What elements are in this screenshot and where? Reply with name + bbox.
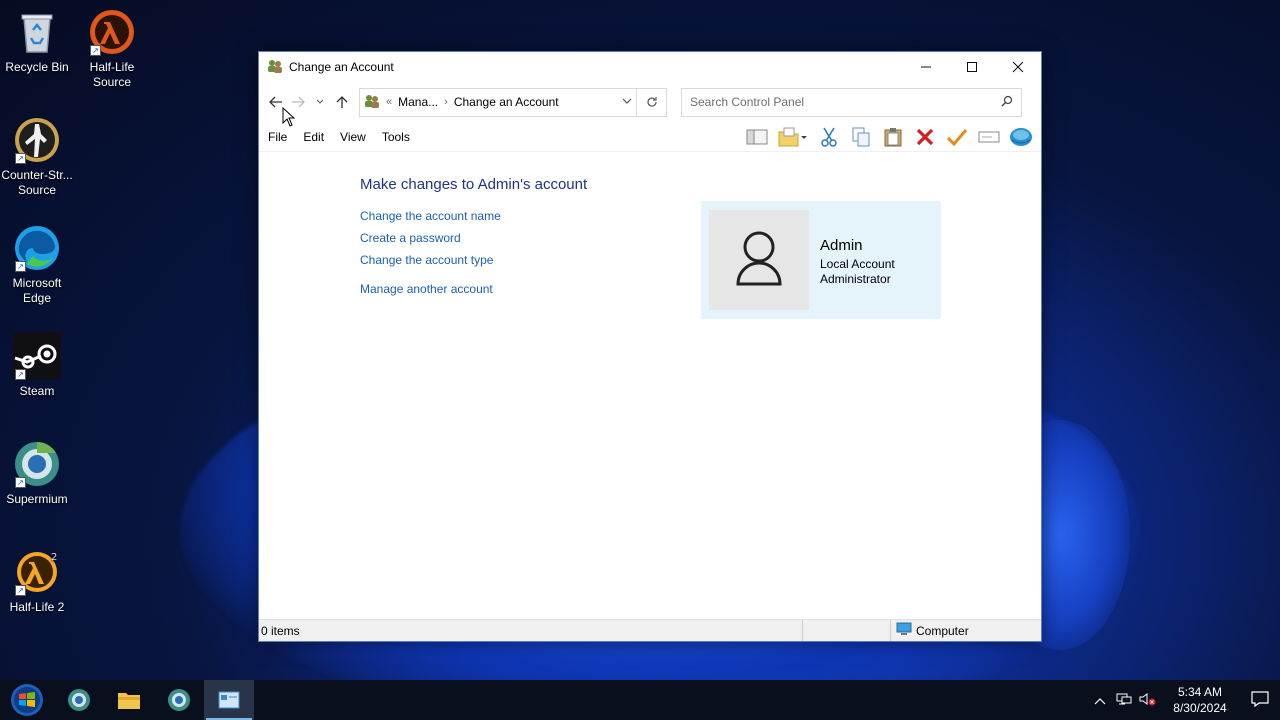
menu-view[interactable]: View: [340, 130, 366, 144]
volume-muted-icon[interactable]: [1136, 692, 1160, 709]
taskbar-control-panel-icon[interactable]: [204, 680, 254, 720]
shortcut-arrow-icon: ↗: [15, 585, 26, 596]
overflow-chevron-icon[interactable]: «: [386, 96, 392, 108]
search-icon: [1001, 95, 1013, 110]
address-dropdown-icon[interactable]: [622, 97, 632, 108]
status-divider: [803, 620, 891, 641]
svg-text:2: 2: [51, 552, 57, 563]
avatar: [709, 210, 809, 310]
supermium-icon: ↗: [13, 440, 61, 488]
notification-center-icon[interactable]: [1240, 690, 1280, 710]
shortcut-arrow-icon: ↗: [90, 45, 101, 56]
up-button[interactable]: [331, 90, 353, 114]
desktop-icon-label: Counter-Str... Source: [1, 168, 73, 197]
network-icon[interactable]: [1112, 692, 1136, 709]
account-card: Admin Local Account Administrator: [701, 201, 941, 319]
desktop-icon-recycle-bin[interactable]: Recycle Bin: [0, 8, 75, 75]
shortcut-arrow-icon: ↗: [15, 153, 26, 164]
content-area: Make changes to Admin's account Change t…: [259, 153, 1041, 619]
item-count: 0 items: [259, 620, 803, 641]
desktop-icon-label: Recycle Bin: [5, 60, 69, 74]
breadcrumb-manage-accounts[interactable]: Mana...: [398, 95, 438, 109]
change-account-name-link[interactable]: Change the account name: [360, 209, 501, 223]
edge-icon: ↗: [13, 224, 61, 272]
copy-icon[interactable]: [845, 124, 877, 150]
desktop-icon-label: Half-Life 2: [9, 600, 65, 614]
desktop-icon-microsoft-edge[interactable]: ↗ Microsoft Edge: [0, 224, 75, 306]
recent-locations-chevron-icon[interactable]: [309, 90, 331, 114]
half-life-source-icon: ↗: [88, 8, 136, 56]
clock-date: 8/30/2024: [1173, 701, 1227, 715]
change-account-window: Change an Account « Mana... › Change an …: [258, 51, 1042, 642]
shortcut-arrow-icon: ↗: [15, 261, 26, 272]
close-button[interactable]: [995, 52, 1041, 82]
account-type: Local Account: [820, 257, 895, 271]
counter-strike-icon: ↗: [13, 116, 61, 164]
maximize-button[interactable]: [949, 52, 995, 82]
change-account-type-link[interactable]: Change the account type: [360, 253, 493, 267]
cut-icon[interactable]: [813, 124, 845, 150]
page-title: Make changes to Admin's account: [360, 176, 588, 193]
taskbar-file-explorer-icon[interactable]: [104, 680, 154, 720]
rename-icon[interactable]: [973, 124, 1005, 150]
toolbar: [741, 124, 1037, 150]
steam-icon: ↗: [13, 332, 61, 380]
half-life-2-icon: 2 ↗: [13, 548, 61, 596]
show-hidden-icons-chevron-icon[interactable]: [1088, 693, 1112, 708]
clock[interactable]: 5:34 AM 8/30/2024: [1166, 684, 1234, 716]
desktop-icon-counter-strike[interactable]: ↗ Counter-Str... Source: [0, 116, 75, 198]
breadcrumb-separator-icon: ›: [444, 96, 448, 108]
navigation-bar: « Mana... › Change an Account Search Con…: [259, 82, 1041, 122]
desktop-icon-label: Microsoft Edge: [12, 276, 62, 305]
system-tray: 5:34 AM 8/30/2024: [1088, 680, 1280, 720]
taskbar-supermium-2-icon[interactable]: [154, 680, 204, 720]
manage-another-account-link[interactable]: Manage another account: [360, 282, 493, 296]
desktop-icon-steam[interactable]: ↗ Steam: [0, 332, 75, 399]
status-location: Computer: [891, 622, 969, 639]
recycle-bin-icon: [13, 8, 61, 56]
clock-time: 5:34 AM: [1177, 685, 1223, 699]
shortcut-arrow-icon: ↗: [15, 369, 26, 380]
paste-icon[interactable]: [877, 124, 909, 150]
status-bar: 0 items Computer: [259, 619, 1041, 641]
account-role: Administrator: [820, 272, 891, 286]
account-name: Admin: [820, 237, 863, 254]
shortcut-arrow-icon: ↗: [15, 477, 26, 488]
minimize-button[interactable]: [903, 52, 949, 82]
mouse-cursor-icon: [282, 106, 296, 127]
create-password-link[interactable]: Create a password: [360, 231, 461, 245]
menu-file[interactable]: File: [268, 130, 287, 144]
address-bar[interactable]: « Mana... › Change an Account: [359, 87, 637, 117]
users-icon: [267, 58, 283, 77]
control-panel-icon: [364, 93, 380, 112]
search-input[interactable]: Search Control Panel: [681, 87, 1022, 117]
desktop-icon-supermium[interactable]: ↗ Supermium: [0, 440, 75, 507]
delete-icon[interactable]: [909, 124, 941, 150]
computer-label: Computer: [916, 623, 969, 638]
breadcrumb-change-account[interactable]: Change an Account: [454, 95, 559, 109]
computer-icon: [896, 622, 912, 639]
window-title: Change an Account: [289, 60, 394, 74]
desktop-icon-label: Steam: [19, 384, 55, 398]
desktop-icon-label: Supermium: [6, 492, 68, 506]
globe-icon[interactable]: [1005, 124, 1037, 150]
taskbar-supermium-icon[interactable]: [54, 680, 104, 720]
menu-edit[interactable]: Edit: [303, 130, 324, 144]
taskbar: 5:34 AM 8/30/2024: [0, 680, 1280, 720]
new-folder-icon[interactable]: [773, 124, 813, 150]
desktop-icon-label: Half-Life Source: [89, 60, 135, 89]
desktop-icon-half-life-2[interactable]: 2 ↗ Half-Life 2: [0, 548, 75, 615]
desktop-icon-half-life-source[interactable]: ↗ Half-Life Source: [74, 8, 150, 90]
title-bar[interactable]: Change an Account: [259, 52, 1041, 82]
search-placeholder: Search Control Panel: [690, 95, 805, 109]
menu-bar: File Edit View Tools: [259, 122, 1041, 152]
start-button[interactable]: [0, 680, 54, 720]
preview-pane-icon[interactable]: [741, 124, 773, 150]
properties-check-icon[interactable]: [941, 124, 973, 150]
menu-tools[interactable]: Tools: [382, 130, 410, 144]
refresh-button[interactable]: [637, 87, 667, 117]
